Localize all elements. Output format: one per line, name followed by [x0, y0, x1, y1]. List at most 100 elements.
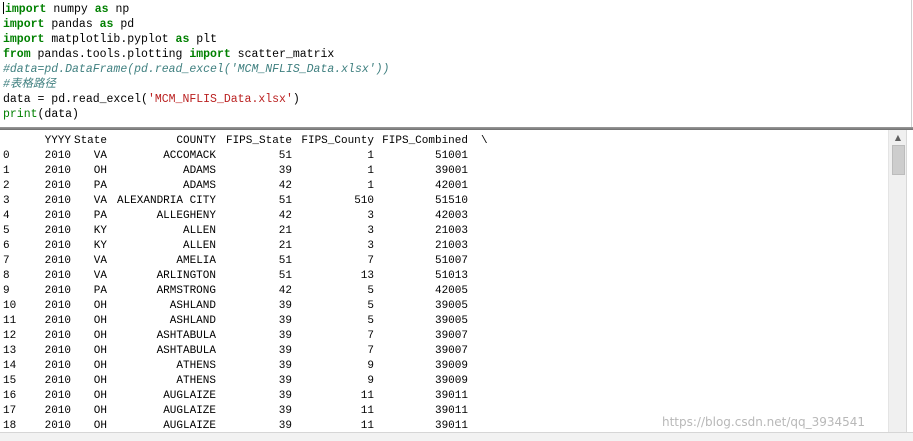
row-index: 9: [3, 285, 10, 297]
cell-yyyy: 2010: [44, 420, 71, 432]
cell-fips-combined: 51007: [434, 255, 468, 267]
cell-state: OH: [93, 165, 107, 177]
cell-state: VA: [93, 255, 107, 267]
cell-fips-state: 42: [278, 285, 292, 297]
cell-yyyy: 2010: [44, 315, 71, 327]
code-line[interactable]: import pandas as pd: [3, 17, 134, 32]
table-header-row: YYYY State COUNTY FIPS_State FIPS_County FIPS…: [0, 134, 888, 149]
row-index: 0: [3, 150, 10, 162]
cell-county: ARLINGTON: [156, 270, 216, 282]
code-token: pandas.tools.plotting: [30, 48, 190, 61]
cell-yyyy: 2010: [44, 390, 71, 402]
cell-county: ALEXANDRIA CITY: [116, 195, 216, 207]
table-row: 0 2010 VA ACCOMACK 51 1 51001: [0, 149, 888, 164]
code-editor[interactable]: import numpy as np import pandas as pd imp…: [0, 0, 912, 127]
cell-yyyy: 2010: [44, 180, 71, 192]
row-index: 6: [3, 240, 10, 252]
cell-fips-county: 11: [360, 405, 374, 417]
table-row: 3 2010 VA ALEXANDRIA CITY 51 510 51510: [0, 194, 888, 209]
row-index: 11: [3, 315, 17, 327]
cell-yyyy: 2010: [44, 330, 71, 342]
cell-yyyy: 2010: [44, 240, 71, 252]
cell-county: ARMSTRONG: [156, 285, 216, 297]
cell-fips-state: 51: [278, 255, 292, 267]
cell-fips-state: 39: [278, 300, 292, 312]
cell-fips-combined: 42001: [434, 180, 468, 192]
scroll-up-arrow-icon[interactable]: ▲: [889, 130, 907, 144]
row-index: 15: [3, 375, 17, 387]
cell-fips-combined: 39007: [434, 345, 468, 357]
cell-fips-state: 39: [278, 345, 292, 357]
code-token: pandas: [44, 18, 100, 31]
cell-fips-county: 7: [367, 330, 374, 342]
code-line[interactable]: print(data): [3, 107, 79, 122]
cell-state: OH: [93, 390, 107, 402]
cell-county: AUGLAIZE: [163, 390, 216, 402]
code-line[interactable]: #表格路径: [3, 77, 56, 92]
cell-fips-state: 21: [278, 240, 292, 252]
row-index: 12: [3, 330, 17, 342]
cell-fips-state: 51: [278, 150, 292, 162]
row-index: 3: [3, 195, 10, 207]
table-row: 13 2010 OH ASHTABULA 39 7 39007: [0, 344, 888, 359]
cell-state: PA: [93, 285, 107, 297]
vertical-scrollbar[interactable]: ▲: [888, 130, 907, 432]
cell-yyyy: 2010: [44, 360, 71, 372]
cell-fips-county: 11: [360, 390, 374, 402]
row-index: 2: [3, 180, 10, 192]
table-row: 6 2010 KY ALLEN 21 3 21003: [0, 239, 888, 254]
cell-fips-county: 1: [367, 165, 374, 177]
cell-yyyy: 2010: [44, 195, 71, 207]
cell-county: ALLEGHENY: [156, 210, 216, 222]
watermark: https://blog.csdn.net/qq_3934541: [662, 415, 866, 429]
cell-fips-county: 9: [367, 360, 374, 372]
cell-county: AUGLAIZE: [163, 420, 216, 432]
cell-fips-county: 5: [367, 285, 374, 297]
cell-county: ACCOMACK: [163, 150, 216, 162]
window-edge: [906, 130, 913, 432]
column-header-state: State: [73, 135, 107, 147]
code-token: as: [99, 18, 114, 31]
code-token: ): [292, 93, 300, 106]
code-line[interactable]: import matplotlib.pyplot as plt: [3, 32, 217, 47]
cell-yyyy: 2010: [44, 270, 71, 282]
cell-fips-county: 13: [360, 270, 374, 282]
cell-yyyy: 2010: [44, 375, 71, 387]
code-token: as: [94, 3, 109, 16]
code-token: import: [189, 48, 231, 61]
cell-fips-state: 39: [278, 330, 292, 342]
column-header-fips-state: FIPS_State: [225, 135, 292, 147]
console-output[interactable]: YYYY State COUNTY FIPS_State FIPS_County FIPS…: [0, 130, 888, 432]
cell-fips-combined: 39001: [434, 165, 468, 177]
cell-yyyy: 2010: [44, 255, 71, 267]
cell-fips-combined: 39009: [434, 375, 468, 387]
code-line[interactable]: #data=pd.DataFrame(pd.read_excel('MCM_NF…: [3, 62, 389, 77]
scrollbar-thumb[interactable]: [892, 145, 905, 175]
cell-fips-combined: 21003: [434, 240, 468, 252]
cell-fips-combined: 42005: [434, 285, 468, 297]
cell-county: ASHTABULA: [156, 330, 216, 342]
cell-yyyy: 2010: [44, 150, 71, 162]
cell-state: OH: [93, 375, 107, 387]
cell-fips-state: 39: [278, 360, 292, 372]
cell-yyyy: 2010: [44, 225, 71, 237]
code-line[interactable]: from pandas.tools.plotting import scatte…: [3, 47, 334, 62]
cell-fips-county: 3: [367, 210, 374, 222]
table-row: 12 2010 OH ASHTABULA 39 7 39007: [0, 329, 888, 344]
cell-state: OH: [93, 315, 107, 327]
column-header-yyyy: YYYY: [44, 135, 71, 147]
code-token: scatter_matrix: [230, 48, 335, 61]
row-index: 14: [3, 360, 17, 372]
code-token: import: [3, 18, 45, 31]
code-line[interactable]: data = pd.read_excel('MCM_NFLIS_Data.xls…: [3, 92, 300, 107]
row-index: 18: [3, 420, 17, 432]
cell-county: ATHENS: [176, 360, 216, 372]
code-line[interactable]: import numpy as np: [3, 2, 129, 17]
cell-fips-state: 39: [278, 315, 292, 327]
cell-fips-state: 39: [278, 375, 292, 387]
cell-yyyy: 2010: [44, 300, 71, 312]
cell-fips-county: 1: [367, 150, 374, 162]
cell-fips-county: 1: [367, 180, 374, 192]
row-index: 10: [3, 300, 17, 312]
row-index: 5: [3, 225, 10, 237]
